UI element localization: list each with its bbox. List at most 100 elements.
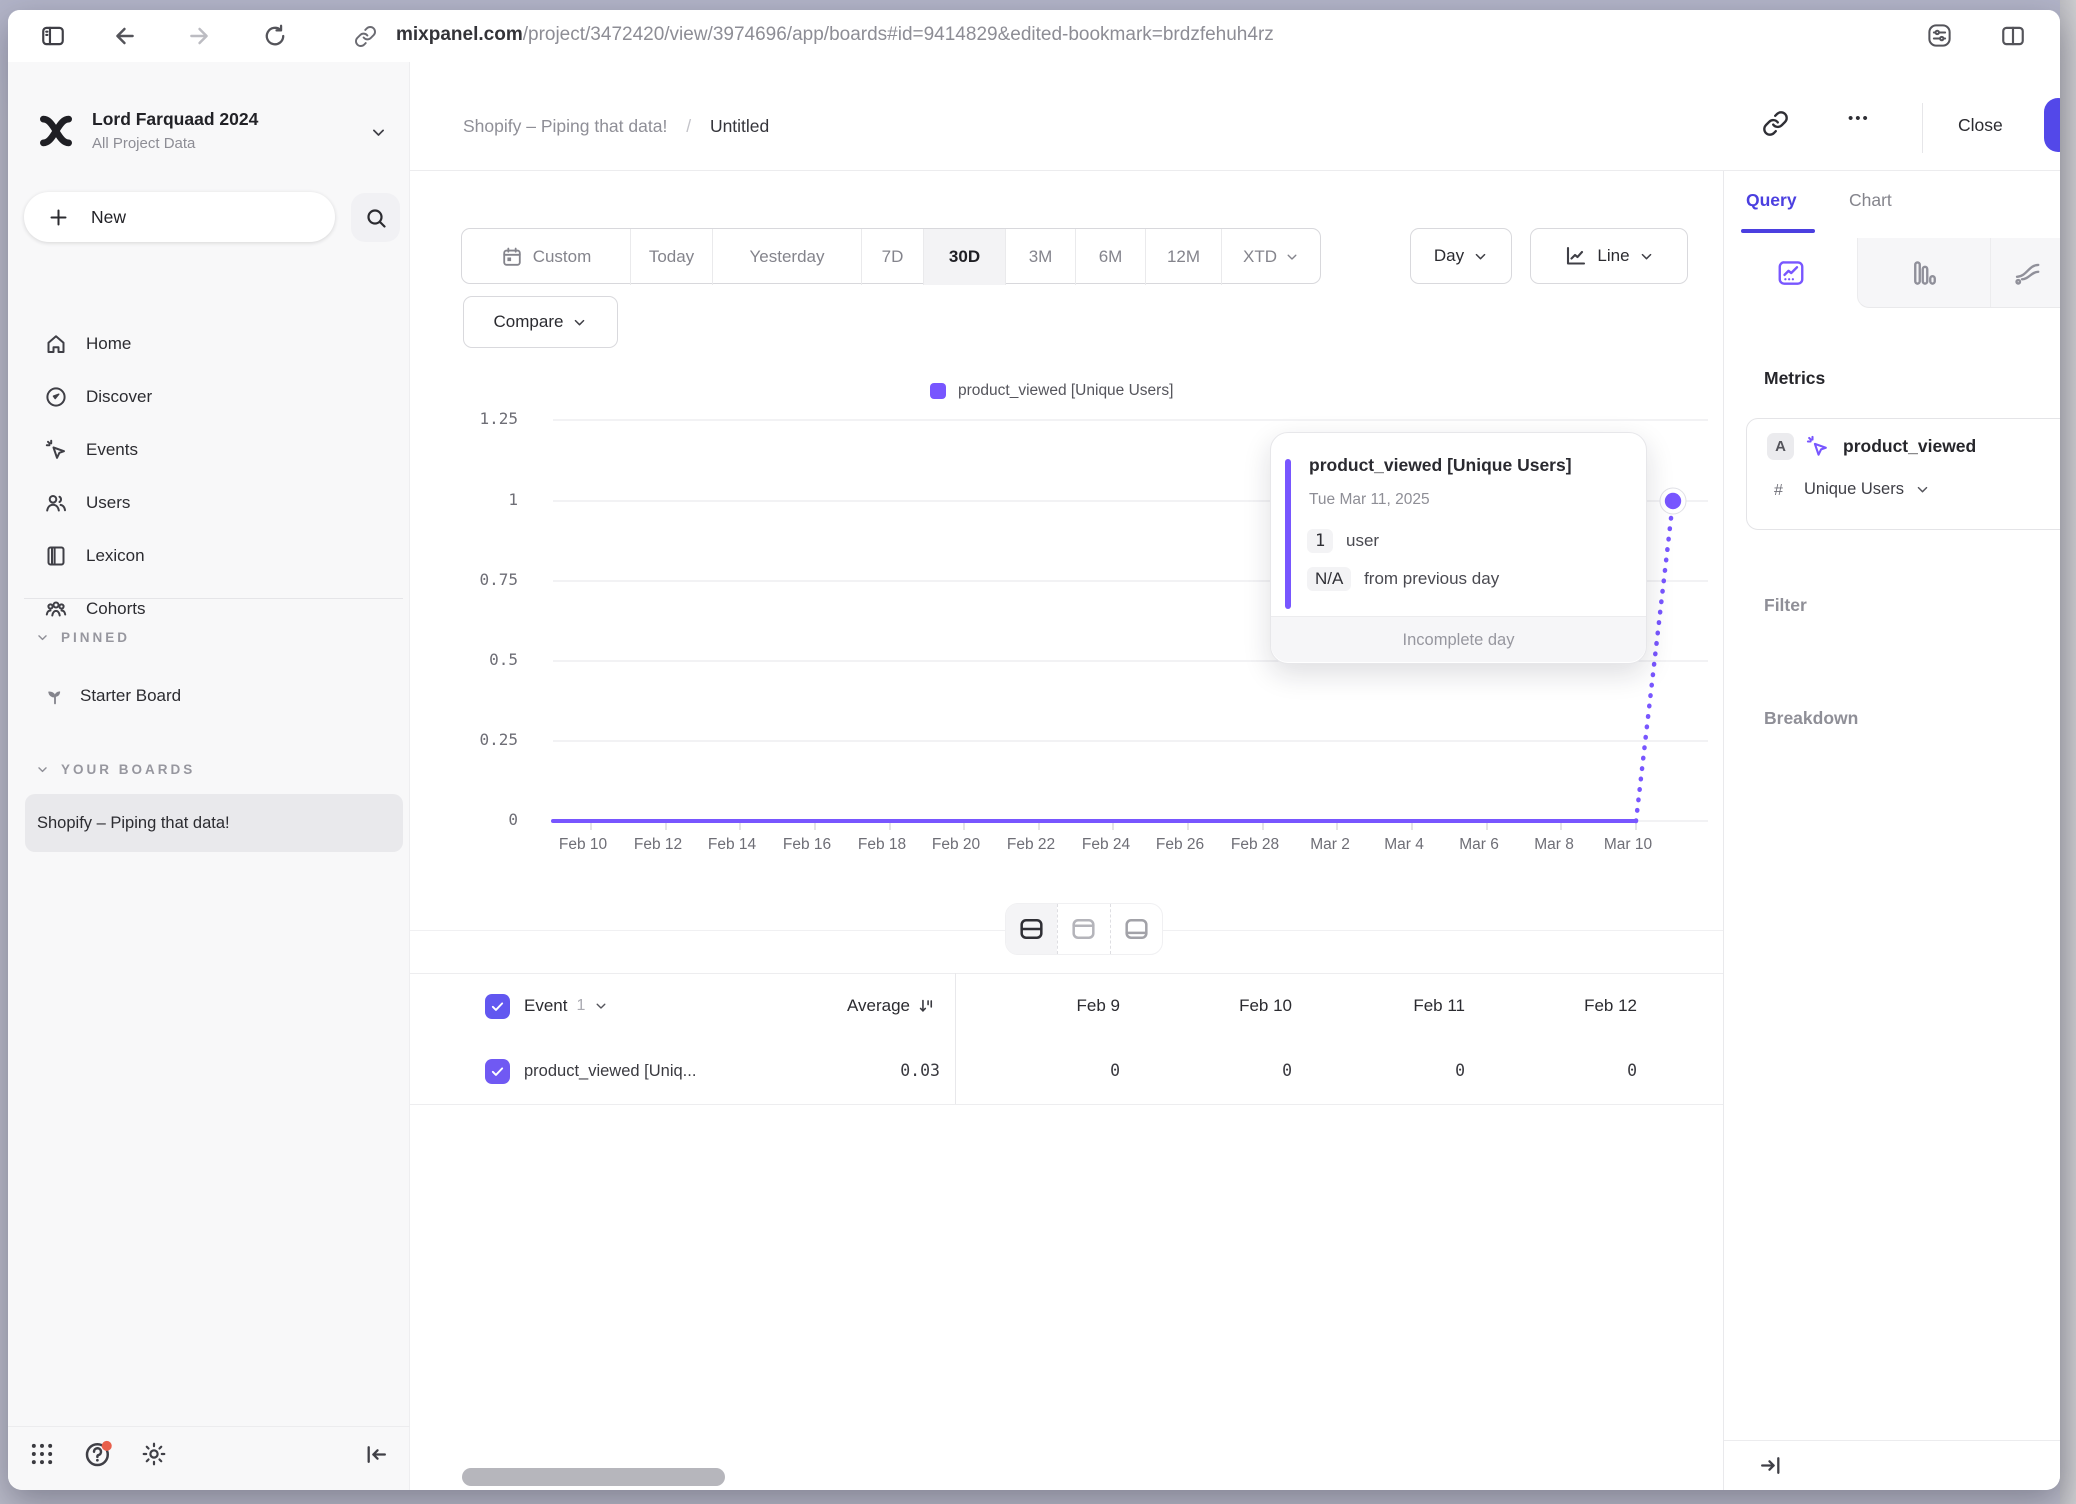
range-3m[interactable]: 3M <box>1005 229 1075 285</box>
more-options-button[interactable]: ••• <box>1848 110 1870 127</box>
y-tick-label: 0 <box>413 810 518 829</box>
metric-card[interactable]: A product_viewed # Unique Users <box>1746 418 2060 530</box>
chart-type-dropdown[interactable]: Line <box>1530 228 1688 284</box>
tooltip-value-row: 1 user <box>1307 529 1379 553</box>
y-tick-label: 0.5 <box>413 650 518 669</box>
row-value: 0 <box>1315 1061 1465 1080</box>
tooltip-series-bar <box>1285 459 1291 609</box>
range-30d-selected[interactable]: 30D <box>923 229 1005 285</box>
collapse-sidebar-button[interactable] <box>364 1442 389 1467</box>
reload-button[interactable] <box>262 23 288 49</box>
table-event-header[interactable]: Event 1 <box>524 996 608 1016</box>
sidebar-toggle-icon <box>40 23 66 49</box>
sidebar-item-lexicon[interactable]: Lexicon <box>16 530 302 582</box>
tab-query[interactable]: Query <box>1746 190 1797 211</box>
table-date-header[interactable]: Feb 9 <box>970 996 1120 1016</box>
row-checkbox[interactable] <box>485 1059 510 1084</box>
range-6m[interactable]: 6M <box>1075 229 1145 285</box>
chart-legend[interactable]: product_viewed [Unique Users] <box>930 382 1173 400</box>
range-label: 30D <box>949 247 980 267</box>
range-label: XTD <box>1243 247 1277 267</box>
horizontal-scrollbar[interactable] <box>462 1468 725 1486</box>
browser-split-view-button[interactable] <box>2000 23 2026 49</box>
section-your-boards[interactable]: YOUR BOARDS <box>36 762 195 777</box>
x-tick-label: Mar 10 <box>1583 836 1673 854</box>
report-type-insights-selected[interactable] <box>1724 238 1857 308</box>
sidebar-item-starter-board[interactable]: Starter Board <box>16 670 302 722</box>
collapse-panel-button[interactable] <box>1758 1453 1783 1478</box>
range-custom[interactable]: Custom <box>462 229 630 285</box>
home-icon <box>44 332 68 356</box>
section-pinned[interactable]: PINNED <box>36 630 130 645</box>
tooltip-value: 1 <box>1307 529 1333 553</box>
breadcrumb-page[interactable]: Untitled <box>710 116 769 136</box>
layout-split-button[interactable] <box>1006 904 1057 954</box>
range-7d[interactable]: 7D <box>861 229 923 285</box>
help-button[interactable] <box>83 1439 113 1469</box>
y-tick-label: 1 <box>413 490 518 509</box>
event-spark-icon <box>1805 434 1830 459</box>
granularity-label: Day <box>1434 246 1464 266</box>
sidebar-item-cohorts[interactable]: Cohorts <box>16 583 302 635</box>
sidebar-item-discover[interactable]: Discover <box>16 371 302 423</box>
browser-window: mixpanel.com/project/3472420/view/397469… <box>8 10 2060 1490</box>
copy-link-button[interactable] <box>1762 110 1789 137</box>
range-xtd[interactable]: XTD <box>1221 229 1320 285</box>
active-board-label: Shopify – Piping that data! <box>37 814 230 833</box>
chart-type-label: Line <box>1597 246 1629 266</box>
project-switcher[interactable]: Lord Farquaad 2024 All Project Data <box>8 102 410 182</box>
table-date-header[interactable]: Feb 11 <box>1315 996 1465 1016</box>
average-header-label: Average <box>847 996 910 1016</box>
data-point-marker[interactable] <box>1665 493 1681 509</box>
layout-toggle <box>1005 903 1163 955</box>
layout-chart-only-button[interactable] <box>1057 904 1109 954</box>
y-tick-label: 1.25 <box>413 409 518 428</box>
table-row[interactable]: product_viewed [Uniq... 0.03 0 0 0 0 <box>410 1040 1723 1105</box>
event-header-label: Event <box>524 996 567 1016</box>
table-header-checkbox[interactable] <box>485 994 510 1019</box>
range-12m[interactable]: 12M <box>1145 229 1221 285</box>
sidebar-item-users[interactable]: Users <box>16 477 302 529</box>
search-button[interactable] <box>351 193 400 242</box>
range-yesterday[interactable]: Yesterday <box>712 229 861 285</box>
metric-event-name: product_viewed <box>1843 436 1976 457</box>
apps-grid-button[interactable] <box>28 1440 56 1473</box>
new-button[interactable]: New <box>24 192 335 242</box>
browser-page-settings-button[interactable] <box>1926 22 1953 49</box>
metric-aggregation-dropdown[interactable]: Unique Users <box>1804 480 1930 499</box>
sort-icon <box>917 997 936 1016</box>
table-date-header[interactable]: Feb 12 <box>1487 996 1637 1016</box>
project-name: Lord Farquaad 2024 <box>92 109 258 130</box>
breadcrumb-board[interactable]: Shopify – Piping that data! <box>463 116 667 136</box>
sidebar-item-label: Lexicon <box>86 546 145 566</box>
sidebar-item-events[interactable]: Events <box>16 424 302 476</box>
flows-report-icon <box>2012 258 2042 288</box>
y-tick-label: 0.25 <box>413 730 518 749</box>
collapse-right-icon <box>1758 1453 1783 1478</box>
range-today[interactable]: Today <box>630 229 712 285</box>
url-bar[interactable]: mixpanel.com/project/3472420/view/397469… <box>396 24 1274 46</box>
report-type-bars[interactable] <box>1858 238 1990 307</box>
back-button[interactable] <box>112 23 138 49</box>
range-label: 12M <box>1167 247 1200 267</box>
table-average-header[interactable]: Average <box>700 996 936 1016</box>
report-type-flows[interactable] <box>1990 238 2060 307</box>
granularity-dropdown[interactable]: Day <box>1410 228 1512 284</box>
calendar-icon <box>501 246 523 268</box>
browser-sidebar-toggle[interactable] <box>40 23 66 49</box>
sidebar-item-active-board[interactable]: Shopify – Piping that data! <box>25 794 403 852</box>
tab-chart[interactable]: Chart <box>1849 190 1892 211</box>
range-label: 7D <box>882 247 904 267</box>
new-button-label: New <box>91 207 126 228</box>
legend-swatch <box>930 383 946 399</box>
compare-button[interactable]: Compare <box>463 296 618 348</box>
save-button[interactable] <box>2044 98 2060 152</box>
close-button[interactable]: Close <box>1958 115 2003 136</box>
layout-table-only-button[interactable] <box>1110 904 1162 954</box>
table-date-header[interactable]: Feb 10 <box>1142 996 1292 1016</box>
url-host: mixpanel.com <box>396 24 523 45</box>
settings-button[interactable] <box>140 1440 168 1468</box>
forward-button[interactable] <box>186 23 212 49</box>
sidebar-item-home[interactable]: Home <box>16 318 302 370</box>
insights-report-icon <box>1776 258 1806 288</box>
